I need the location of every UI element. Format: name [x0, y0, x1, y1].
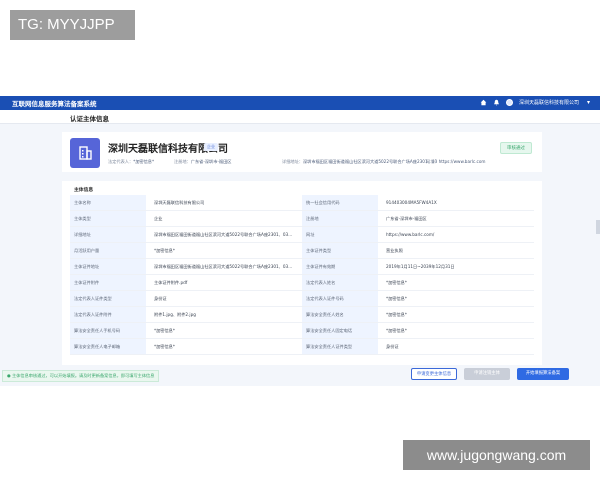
- legal-rep-label: 法定代表人：: [108, 159, 134, 164]
- footer-bar: ● 主体信息审核通过，可以开始填报。请及时更新备案信息，即可填写主体信息 申请变…: [0, 368, 600, 386]
- attachment-link[interactable]: 附件1.jpg、附件2.jpg: [146, 307, 302, 322]
- company-type-tag: 企业: [204, 143, 218, 151]
- website-label: 网址：: [426, 159, 439, 164]
- address-value: 深圳市福田区福田街道福山社区滨河大道5022号联合广场A座2301、03: [302, 159, 438, 164]
- field-label: 月活跃用户量: [70, 243, 146, 258]
- watermark-top: TG: MYYJJPP: [10, 10, 135, 40]
- bell-icon[interactable]: [493, 99, 500, 106]
- field-value: 深圳市福田区福田街道福山社区滨河大道5022号联合广场A座2301、03...: [154, 232, 293, 237]
- field-label: 算法安全责任人证件类型: [302, 339, 378, 354]
- field-label: 算法安全责任人固定电话: [302, 323, 378, 338]
- field-label: 网址: [302, 227, 378, 242]
- field-value: 身份证: [386, 344, 399, 349]
- website-value[interactable]: https://www.barlc.com: [439, 159, 486, 164]
- entity-info-table: 主体名称 深圳天磊联信科技有限公司 统一社会信用代码 914403004MA5F…: [70, 195, 534, 355]
- avatar[interactable]: [505, 99, 513, 106]
- cancel-entity-button[interactable]: 申请注销主体: [464, 368, 510, 380]
- reg-place-meta: 注册地：广东省-深圳市-福田区: [174, 159, 231, 165]
- field-value: *加密信息*: [154, 328, 175, 333]
- address-meta: 详细地址：深圳市福田区福田街道福山社区滨河大道5022号联合广场A座2301、0…: [282, 159, 437, 165]
- field-value[interactable]: https://www.barlc.com/: [378, 227, 534, 242]
- top-nav-actions: 深圳天磊联信科技有限公司 ▾: [480, 99, 592, 106]
- table-row: 月活跃用户量 *加密信息* 主体证件类型 营业执照: [70, 243, 534, 259]
- attachment-link[interactable]: 主体证件附件.pdf: [146, 275, 302, 290]
- table-row: 主体类型 企业 注册地 广东省-深圳市-福田区: [70, 211, 534, 227]
- reg-place-value: 广东省-深圳市-福田区: [190, 159, 232, 164]
- section-title: 主体信息: [74, 188, 94, 193]
- field-value: 2019年1月11日~2039年12月31日: [386, 264, 455, 269]
- watermark-bottom: www.jugongwang.com: [403, 440, 590, 470]
- field-value: 营业执照: [386, 248, 403, 253]
- field-label: 主体证件有效期: [302, 259, 378, 274]
- apply-change-button[interactable]: 申请变更主体信息: [411, 368, 457, 380]
- address-label: 详细地址：: [282, 159, 303, 164]
- status-badge: 审核通过: [500, 142, 532, 154]
- field-label: 法定代表人证件号码: [302, 291, 378, 306]
- field-label: 法定代表人证件附件: [70, 307, 146, 322]
- table-row: 法定代表人证件附件 附件1.jpg、附件2.jpg 算法安全责任人姓名 *加密信…: [70, 307, 534, 323]
- app-window: 互联网信息服务算法备案系统 深圳天磊联信科技有限公司 ▾ 认证主体信息 深圳天磊…: [0, 96, 600, 386]
- field-label: 法定代表人证件类型: [70, 291, 146, 306]
- page-header: 认证主体信息: [0, 110, 600, 124]
- field-label: 主体类型: [70, 211, 146, 226]
- legal-rep-value: *加密信息*: [133, 159, 155, 164]
- field-value: 深圳市福田区福田街道福山社区滨河大道5022号联合广场A座2301、03...: [154, 264, 293, 269]
- field-label: 算法安全责任人电子邮箱: [70, 339, 146, 354]
- field-label: 主体证件类型: [302, 243, 378, 258]
- legal-rep-meta: 法定代表人：*加密信息*: [108, 159, 154, 165]
- field-value: 深圳天磊联信科技有限公司: [154, 200, 205, 205]
- field-label: 法定代表人姓名: [302, 275, 378, 290]
- user-company-name[interactable]: 深圳天磊联信科技有限公司: [519, 99, 579, 106]
- table-row: 主体名称 深圳天磊联信科技有限公司 统一社会信用代码 914403004MA5F…: [70, 195, 534, 211]
- field-label: 详细地址: [70, 227, 146, 242]
- field-value: 914403004MA5FW4A1X: [386, 200, 437, 205]
- chevron-down-icon[interactable]: ▾: [585, 99, 592, 106]
- side-handle[interactable]: [596, 220, 600, 234]
- field-label: 统一社会信用代码: [302, 195, 378, 210]
- field-label: 算法安全责任人姓名: [302, 307, 378, 322]
- field-value: *加密信息*: [386, 280, 407, 285]
- field-label: 主体名称: [70, 195, 146, 210]
- field-label: 主体证件地址: [70, 259, 146, 274]
- page-title: 认证主体信息: [70, 115, 109, 123]
- field-value: *加密信息*: [386, 328, 407, 333]
- field-label: 注册地: [302, 211, 378, 226]
- table-row: 主体证件附件 主体证件附件.pdf 法定代表人姓名 *加密信息*: [70, 275, 534, 291]
- table-row: 主体证件地址 深圳市福田区福田街道福山社区滨河大道5022号联合广场A座2301…: [70, 259, 534, 275]
- field-value: 身份证: [154, 296, 167, 301]
- website-meta: 网址：https://www.barlc.com: [426, 159, 486, 165]
- start-filing-button[interactable]: 开始填报算法备案: [517, 368, 569, 380]
- check-circle-icon: ●: [7, 373, 11, 378]
- home-icon[interactable]: [480, 99, 487, 106]
- entity-info-section: 主体信息 主体名称 深圳天磊联信科技有限公司 统一社会信用代码 91440300…: [62, 181, 542, 365]
- footer-notice-text: 主体信息审核通过，可以开始填报。请及时更新备案信息，即可填写主体信息: [12, 373, 155, 378]
- field-label: 算法安全责任人手机号码: [70, 323, 146, 338]
- reg-place-label: 注册地：: [174, 159, 191, 164]
- field-value: *加密信息*: [154, 248, 175, 253]
- field-value: 企业: [154, 216, 163, 221]
- field-value: *加密信息*: [386, 312, 407, 317]
- top-nav-bar: 互联网信息服务算法备案系统 深圳天磊联信科技有限公司 ▾: [0, 96, 600, 110]
- company-summary-card: 深圳天磊联信科技有限公司 企业 审核通过 法定代表人：*加密信息* 注册地：广东…: [62, 132, 542, 172]
- building-icon: [70, 138, 100, 168]
- footer-notice: ● 主体信息审核通过，可以开始填报。请及时更新备案信息，即可填写主体信息: [2, 370, 160, 382]
- field-value: *加密信息*: [386, 296, 407, 301]
- system-title: 互联网信息服务算法备案系统: [12, 100, 97, 108]
- table-row: 算法安全责任人手机号码 *加密信息* 算法安全责任人固定电话 *加密信息*: [70, 323, 534, 339]
- table-row: 法定代表人证件类型 身份证 法定代表人证件号码 *加密信息*: [70, 291, 534, 307]
- table-row: 算法安全责任人电子邮箱 *加密信息* 算法安全责任人证件类型 身份证: [70, 339, 534, 355]
- field-value: *加密信息*: [154, 344, 175, 349]
- field-label: 主体证件附件: [70, 275, 146, 290]
- table-row: 详细地址 深圳市福田区福田街道福山社区滨河大道5022号联合广场A座2301、0…: [70, 227, 534, 243]
- field-value: 广东省-深圳市-福田区: [386, 216, 427, 221]
